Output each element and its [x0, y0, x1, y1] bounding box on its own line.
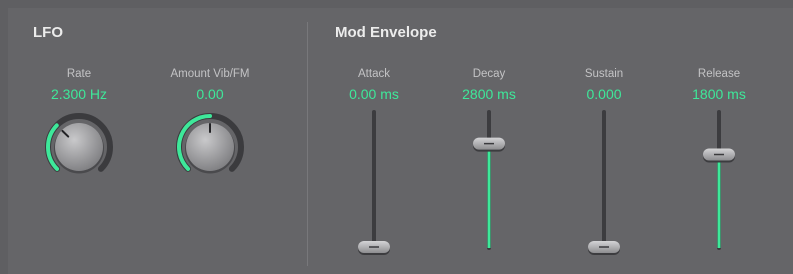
release-value[interactable]: 1800 ms — [692, 86, 746, 102]
release-slider[interactable] — [701, 108, 737, 256]
rate-label: Rate — [66, 68, 92, 80]
lfo-section-title: LFO — [33, 24, 63, 41]
mod-envelope-section-title: Mod Envelope — [335, 24, 437, 41]
sustain-label: Sustain — [584, 68, 624, 80]
plugin-panel — [8, 8, 793, 274]
rate-value[interactable]: 2.300 Hz — [51, 86, 107, 102]
rate-knob[interactable] — [40, 108, 118, 186]
section-divider — [307, 22, 308, 266]
decay-label: Decay — [472, 68, 506, 80]
amount-label: Amount Vib/FM — [170, 68, 250, 80]
amount-knob[interactable] — [171, 108, 249, 186]
decay-value[interactable]: 2800 ms — [462, 86, 516, 102]
amount-value[interactable]: 0.00 — [196, 86, 223, 102]
sustain-value[interactable]: 0.000 — [586, 86, 621, 102]
sustain-slider[interactable] — [586, 108, 622, 256]
decay-slider[interactable] — [471, 108, 507, 256]
attack-value[interactable]: 0.00 ms — [349, 86, 399, 102]
attack-label: Attack — [358, 68, 390, 80]
attack-slider[interactable] — [356, 108, 392, 256]
release-label: Release — [697, 68, 741, 80]
